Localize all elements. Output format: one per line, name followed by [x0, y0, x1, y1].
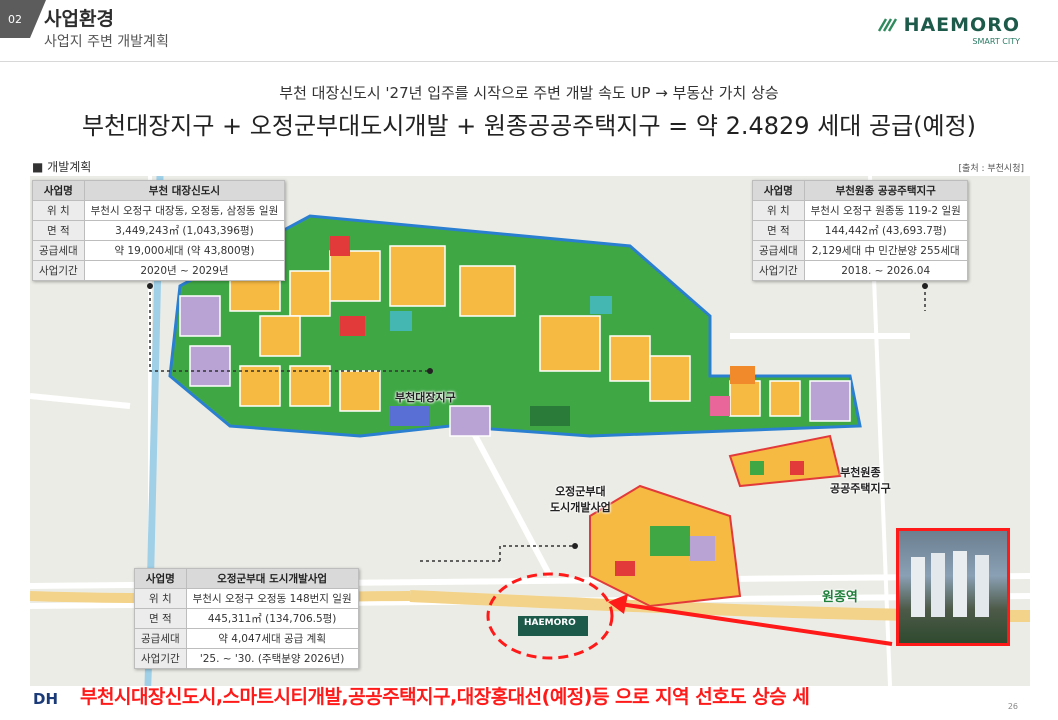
- table-value: 2018. ~ 2026.04: [803, 260, 968, 281]
- table-row: 면 적 445,311㎡ (134,706.5평): [134, 608, 359, 629]
- brand-logo-icon: [877, 18, 897, 32]
- ojeong-block-purple: [690, 536, 715, 561]
- table-row: 사업명 부천 대장신도시: [32, 180, 286, 201]
- table-row: 사업기간 2020년 ~ 2029년: [32, 260, 286, 281]
- brand-logo-subtext: SMART CITY: [972, 37, 1020, 46]
- label-wonjong-station: 원종역: [822, 590, 858, 605]
- table-value: 약 4,047세대 공급 계획: [185, 628, 359, 649]
- table-key: 위 치: [134, 588, 187, 609]
- label-site-logo: HAEMORO: [524, 618, 576, 628]
- table-row: 면 적 3,449,243㎡ (1,043,396평): [32, 220, 286, 241]
- block-blue-1: [390, 406, 430, 426]
- table-row: 사업명 오정군부대 도시개발사업: [134, 568, 359, 589]
- block-red-2: [330, 236, 350, 256]
- table-head-value: 부천원종 공공주택지구: [803, 180, 968, 201]
- table-wonjong-info: 사업명 부천원종 공공주택지구 위 치 부천시 오정구 원종동 119-2 일원 …: [752, 180, 968, 281]
- table-value: 3,449,243㎡ (1,043,396평): [83, 220, 286, 241]
- label-ojeong-district: 오정군부대 도시개발사업: [550, 485, 611, 514]
- table-row: 위 치 부천시 오정구 원종동 119-2 일원: [752, 200, 968, 221]
- block-teal-2: [590, 296, 612, 314]
- table-row: 공급세대 2,129세대 中 민간분양 255세대: [752, 240, 968, 261]
- table-row: 위 치 부천시 오정구 대장동, 오정동, 삼정동 일원: [32, 200, 286, 221]
- table-row: 면 적 144,442㎡ (43,693.7평): [752, 220, 968, 241]
- block-teal-1: [390, 311, 412, 331]
- table-key: 면 적: [134, 608, 187, 629]
- ojeong-block-red: [615, 561, 635, 576]
- table-row: 공급세대 약 4,047세대 공급 계획: [134, 628, 359, 649]
- page-number: 26: [1007, 702, 1018, 711]
- headline-title: 부천대장지구 + 오정군부대도시개발 + 원종공공주택지구 = 약 2.4829…: [81, 112, 977, 140]
- table-key: 면 적: [32, 220, 85, 241]
- footer-logo: DH: [33, 690, 59, 708]
- plan-section-label: ■ 개발계획: [32, 160, 92, 174]
- table-value: 약 19,000세대 (약 43,800명): [83, 240, 286, 261]
- table-value: 부천시 오정구 대장동, 오정동, 삼정동 일원: [83, 200, 286, 221]
- bottom-banner: 부천시대장신도시,스마트시티개발,공공주택지구,대장홍대선(예정)등 으로 지역…: [80, 686, 810, 708]
- ojeong-block-green: [650, 526, 690, 556]
- table-row: 사업명 부천원종 공공주택지구: [752, 180, 968, 201]
- wonjong-block-a: [750, 461, 764, 475]
- table-value: 445,311㎡ (134,706.5평): [185, 608, 359, 629]
- header-divider: [0, 61, 1058, 62]
- section-number: 02: [0, 0, 30, 38]
- source-label: [출처 : 부천시청]: [958, 164, 1024, 174]
- table-key: 면 적: [752, 220, 805, 241]
- wonjong-district-area: [728, 434, 842, 488]
- table-value: '25. ~ '30. (주택분양 2026년): [185, 648, 359, 669]
- table-key: 공급세대: [32, 240, 85, 261]
- table-key: 위 치: [752, 200, 805, 221]
- development-map: 부천대장지구 부천원종 공공주택지구 오정군부대 도시개발사업 원종역 HAEM…: [30, 176, 1030, 686]
- table-key: 위 치: [32, 200, 85, 221]
- table-key: 사업기간: [134, 648, 187, 669]
- table-value: 2,129세대 中 민간분양 255세대: [803, 240, 968, 261]
- section-subtitle: 사업지 주변 개발계획: [44, 34, 169, 50]
- table-daejang-info: 사업명 부천 대장신도시 위 치 부천시 오정구 대장동, 오정동, 삼정동 일원…: [32, 180, 286, 281]
- table-key: 공급세대: [752, 240, 805, 261]
- table-key: 사업기간: [752, 260, 805, 281]
- table-row: 사업기간 '25. ~ '30. (주택분양 2026년): [134, 648, 359, 669]
- table-head-value: 부천 대장신도시: [83, 180, 286, 201]
- table-head-key: 사업명: [134, 568, 187, 589]
- section-title: 사업환경: [44, 8, 114, 30]
- table-value: 2020년 ~ 2029년: [83, 260, 286, 281]
- brand-logo: HAEMORO SMART CITY: [877, 14, 1020, 46]
- table-head-value: 오정군부대 도시개발사업: [185, 568, 359, 589]
- table-row: 공급세대 약 19,000세대 (약 43,800명): [32, 240, 286, 261]
- table-key: 공급세대: [134, 628, 187, 649]
- table-key: 사업기간: [32, 260, 85, 281]
- block-red-1: [340, 316, 365, 336]
- table-head-key: 사업명: [752, 180, 805, 201]
- label-daejang-district: 부천대장지구: [395, 391, 456, 404]
- table-row: 위 치 부천시 오정구 오정동 148번지 일원: [134, 588, 359, 609]
- headline-subtitle: 부천 대장신도시 '27년 입주를 시작으로 주변 개발 속도 UP → 부동산…: [279, 84, 779, 102]
- apartment-render-photo: [896, 528, 1010, 646]
- table-head-key: 사업명: [32, 180, 85, 201]
- table-row: 사업기간 2018. ~ 2026.04: [752, 260, 968, 281]
- table-value: 부천시 오정구 원종동 119-2 일원: [803, 200, 968, 221]
- block-darkgreen-1: [530, 406, 570, 426]
- wonjong-block-b: [790, 461, 804, 475]
- table-value: 144,442㎡ (43,693.7평): [803, 220, 968, 241]
- block-orange-1: [730, 366, 755, 384]
- table-value: 부천시 오정구 오정동 148번지 일원: [185, 588, 359, 609]
- brand-logo-text: HAEMORO: [903, 14, 1020, 36]
- label-wonjong-district: 부천원종 공공주택지구: [830, 466, 891, 495]
- block-pink-1: [710, 396, 730, 416]
- table-ojeong-info: 사업명 오정군부대 도시개발사업 위 치 부천시 오정구 오정동 148번지 일원…: [134, 568, 359, 669]
